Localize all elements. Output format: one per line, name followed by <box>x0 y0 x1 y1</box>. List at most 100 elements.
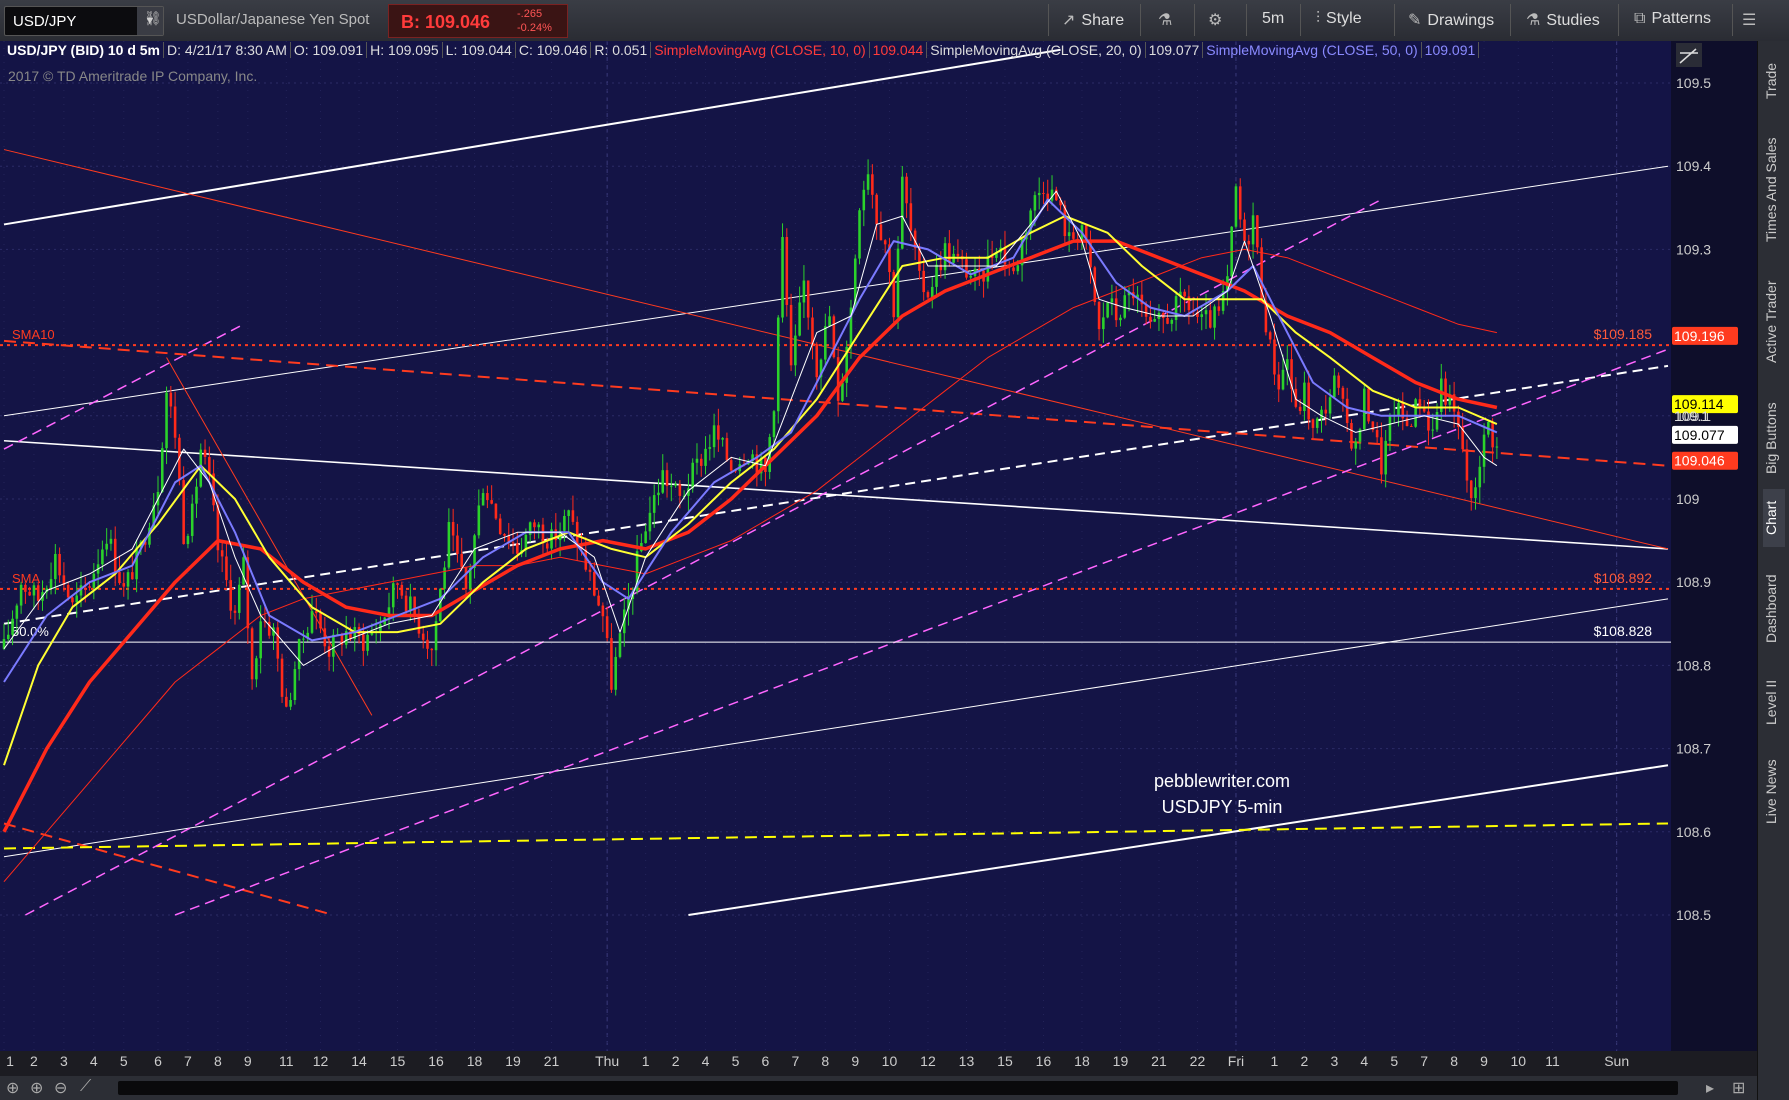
candle-body <box>1324 409 1328 414</box>
x-tick-label: Sun <box>1604 1053 1629 1069</box>
candle-body <box>460 553 463 567</box>
candle-body <box>858 210 861 259</box>
candle-body <box>699 458 703 466</box>
interval-button[interactable]: 5m <box>1262 10 1284 28</box>
x-tick-label: 5 <box>732 1053 740 1069</box>
sma50-label[interactable]: SimpleMovingAvg (CLOSE, 50, 0) <box>1203 42 1422 58</box>
candle-body <box>652 495 656 513</box>
candle-body <box>1012 267 1015 272</box>
x-tick-label: 6 <box>154 1053 162 1069</box>
x-tick-label: 7 <box>184 1053 192 1069</box>
style-button[interactable]: ⫶ Style <box>1316 10 1362 28</box>
tab-chart[interactable]: Chart <box>1763 489 1785 547</box>
price-level-label: $108.828 <box>1594 623 1653 639</box>
y-tick-label: 108.5 <box>1676 907 1711 923</box>
candle-body <box>327 646 331 657</box>
candle-body <box>391 583 395 608</box>
tab-dashboard[interactable]: Dashboard <box>1763 561 1785 657</box>
candle-body <box>956 253 960 257</box>
candle-body <box>1238 186 1242 220</box>
drawing-tool-icon[interactable]: ⟋ <box>80 1078 91 1096</box>
tab-trade[interactable]: Trade <box>1763 53 1785 109</box>
bar-close: C: 109.046 <box>515 42 592 58</box>
candle-body <box>1303 382 1306 411</box>
candle-body <box>250 628 254 680</box>
link-icon[interactable]: ⛓ <box>144 10 162 27</box>
x-tick-label: 1 <box>642 1053 650 1069</box>
candle-body <box>1333 375 1336 398</box>
y-tick-label: 109 <box>1676 491 1700 507</box>
scroll-right-icon[interactable]: ▸ <box>1706 1078 1714 1098</box>
candle-body <box>58 553 61 576</box>
drawings-button[interactable]: ✎ Drawings <box>1408 10 1494 30</box>
candle-body <box>605 616 609 639</box>
candle-body <box>948 243 951 263</box>
candle-body <box>426 639 429 649</box>
x-tick-label: 6 <box>762 1053 770 1069</box>
menu-button[interactable]: ☰ <box>1742 10 1762 30</box>
candle-body <box>203 449 207 458</box>
symbol-selector[interactable]: USD/JPY ▼ <box>4 6 164 36</box>
candle-body <box>772 411 776 438</box>
candle-body <box>477 505 481 536</box>
tab-times-and-sales[interactable]: Times And Sales <box>1763 129 1785 251</box>
expand-icon[interactable]: ⊞ <box>1732 1078 1745 1098</box>
candle-body <box>588 569 592 572</box>
zoom-out-icon[interactable]: ⊖ <box>54 1078 67 1098</box>
candle-body <box>451 522 455 536</box>
y-tick-label: 109.5 <box>1676 75 1711 91</box>
candle-body <box>169 392 173 407</box>
beaker-icon: ⚗ <box>1526 12 1541 29</box>
candle-body <box>593 571 596 596</box>
candle-body <box>1469 480 1473 499</box>
candle-body <box>875 194 878 225</box>
bar-range: R: 0.051 <box>591 42 652 58</box>
candle-body <box>533 522 536 528</box>
price-chart[interactable]: $109.185 $108.892 $108.828 SMA10 SMA 50.0% 10… <box>0 41 1757 1076</box>
candle-body <box>6 634 10 640</box>
candle-body <box>828 316 831 327</box>
x-tick-label: 10 <box>1510 1053 1526 1069</box>
candle-body <box>1277 374 1281 390</box>
candle-body <box>798 302 801 336</box>
tab-level-ii[interactable]: Level II <box>1763 671 1785 733</box>
candle-body <box>661 470 665 493</box>
studies-button[interactable]: ⚗ Studies <box>1526 10 1600 30</box>
share-button[interactable]: ↗ Share <box>1062 10 1124 30</box>
settings-button[interactable]: ⚙ <box>1208 10 1228 30</box>
candle-body <box>220 550 224 557</box>
toolbar-divider <box>1048 4 1049 36</box>
x-tick-label: 18 <box>467 1053 483 1069</box>
candle-body <box>670 485 673 487</box>
zoom-in-icon[interactable]: ⊕ <box>30 1078 43 1098</box>
bid-price: B: 109.046 <box>401 12 491 32</box>
horizontal-scrollbar[interactable] <box>118 1081 1678 1095</box>
patterns-icon: ⧉ <box>1634 10 1646 27</box>
candle-body <box>1482 434 1486 467</box>
candle-body <box>280 658 284 697</box>
flask-button[interactable]: ⚗ <box>1158 10 1178 30</box>
zoom-reset-icon[interactable]: ⊕ <box>6 1078 19 1098</box>
toolbar-divider <box>1732 4 1733 36</box>
candle-body <box>11 618 14 635</box>
bar-open: O: 109.091 <box>290 42 368 58</box>
net-change: -.265 <box>517 8 543 20</box>
x-tick-label: 5 <box>120 1053 128 1069</box>
tab-active-trader[interactable]: Active Trader <box>1763 269 1785 375</box>
candle-body <box>456 535 459 554</box>
candle-body <box>229 580 232 611</box>
sma20-label[interactable]: SimpleMovingAvg (CLOSE, 20, 0) <box>927 42 1146 58</box>
bar-low: L: 109.044 <box>442 42 516 58</box>
tab-live-news[interactable]: Live News <box>1763 747 1785 837</box>
sma10-label[interactable]: SimpleMovingAvg (CLOSE, 10, 0) <box>651 42 870 58</box>
x-tick-label: 7 <box>791 1053 799 1069</box>
tab-big-buttons[interactable]: Big Buttons <box>1763 393 1785 483</box>
candle-body <box>1307 382 1310 420</box>
candle-body <box>708 447 712 449</box>
patterns-button[interactable]: ⧉ Patterns <box>1634 10 1711 28</box>
candle-body <box>1243 219 1246 241</box>
candle-body <box>242 557 245 585</box>
candle-body <box>1435 411 1439 430</box>
candle-body <box>122 583 126 587</box>
candle-body <box>571 510 575 522</box>
